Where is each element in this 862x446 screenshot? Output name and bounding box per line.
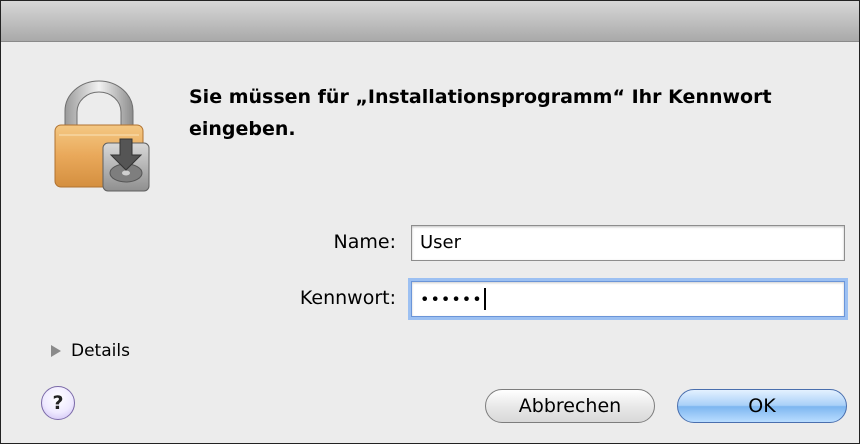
password-field[interactable]: •••••• <box>411 281 845 317</box>
disclosure-triangle-icon[interactable] <box>51 345 61 357</box>
name-field[interactable]: User <box>411 225 845 261</box>
help-button[interactable]: ? <box>41 386 75 420</box>
ok-button[interactable]: OK <box>677 389 847 423</box>
text-caret <box>483 288 486 310</box>
details-label: Details <box>71 341 130 361</box>
password-label: Kennwort: <box>299 287 396 309</box>
password-mask: •••••• <box>420 289 483 309</box>
title-bar[interactable] <box>1 1 859 42</box>
lock-icon <box>54 80 150 192</box>
auth-message: Sie müssen für „Installationsprogramm“ I… <box>189 86 772 140</box>
cancel-button[interactable]: Abbrechen <box>485 389 655 423</box>
help-icon: ? <box>52 392 64 414</box>
auth-dialog: Sie müssen für „Installationsprogramm“ I… <box>0 0 860 444</box>
details-toggle[interactable]: Details <box>51 341 130 361</box>
name-label: Name: <box>333 231 396 253</box>
